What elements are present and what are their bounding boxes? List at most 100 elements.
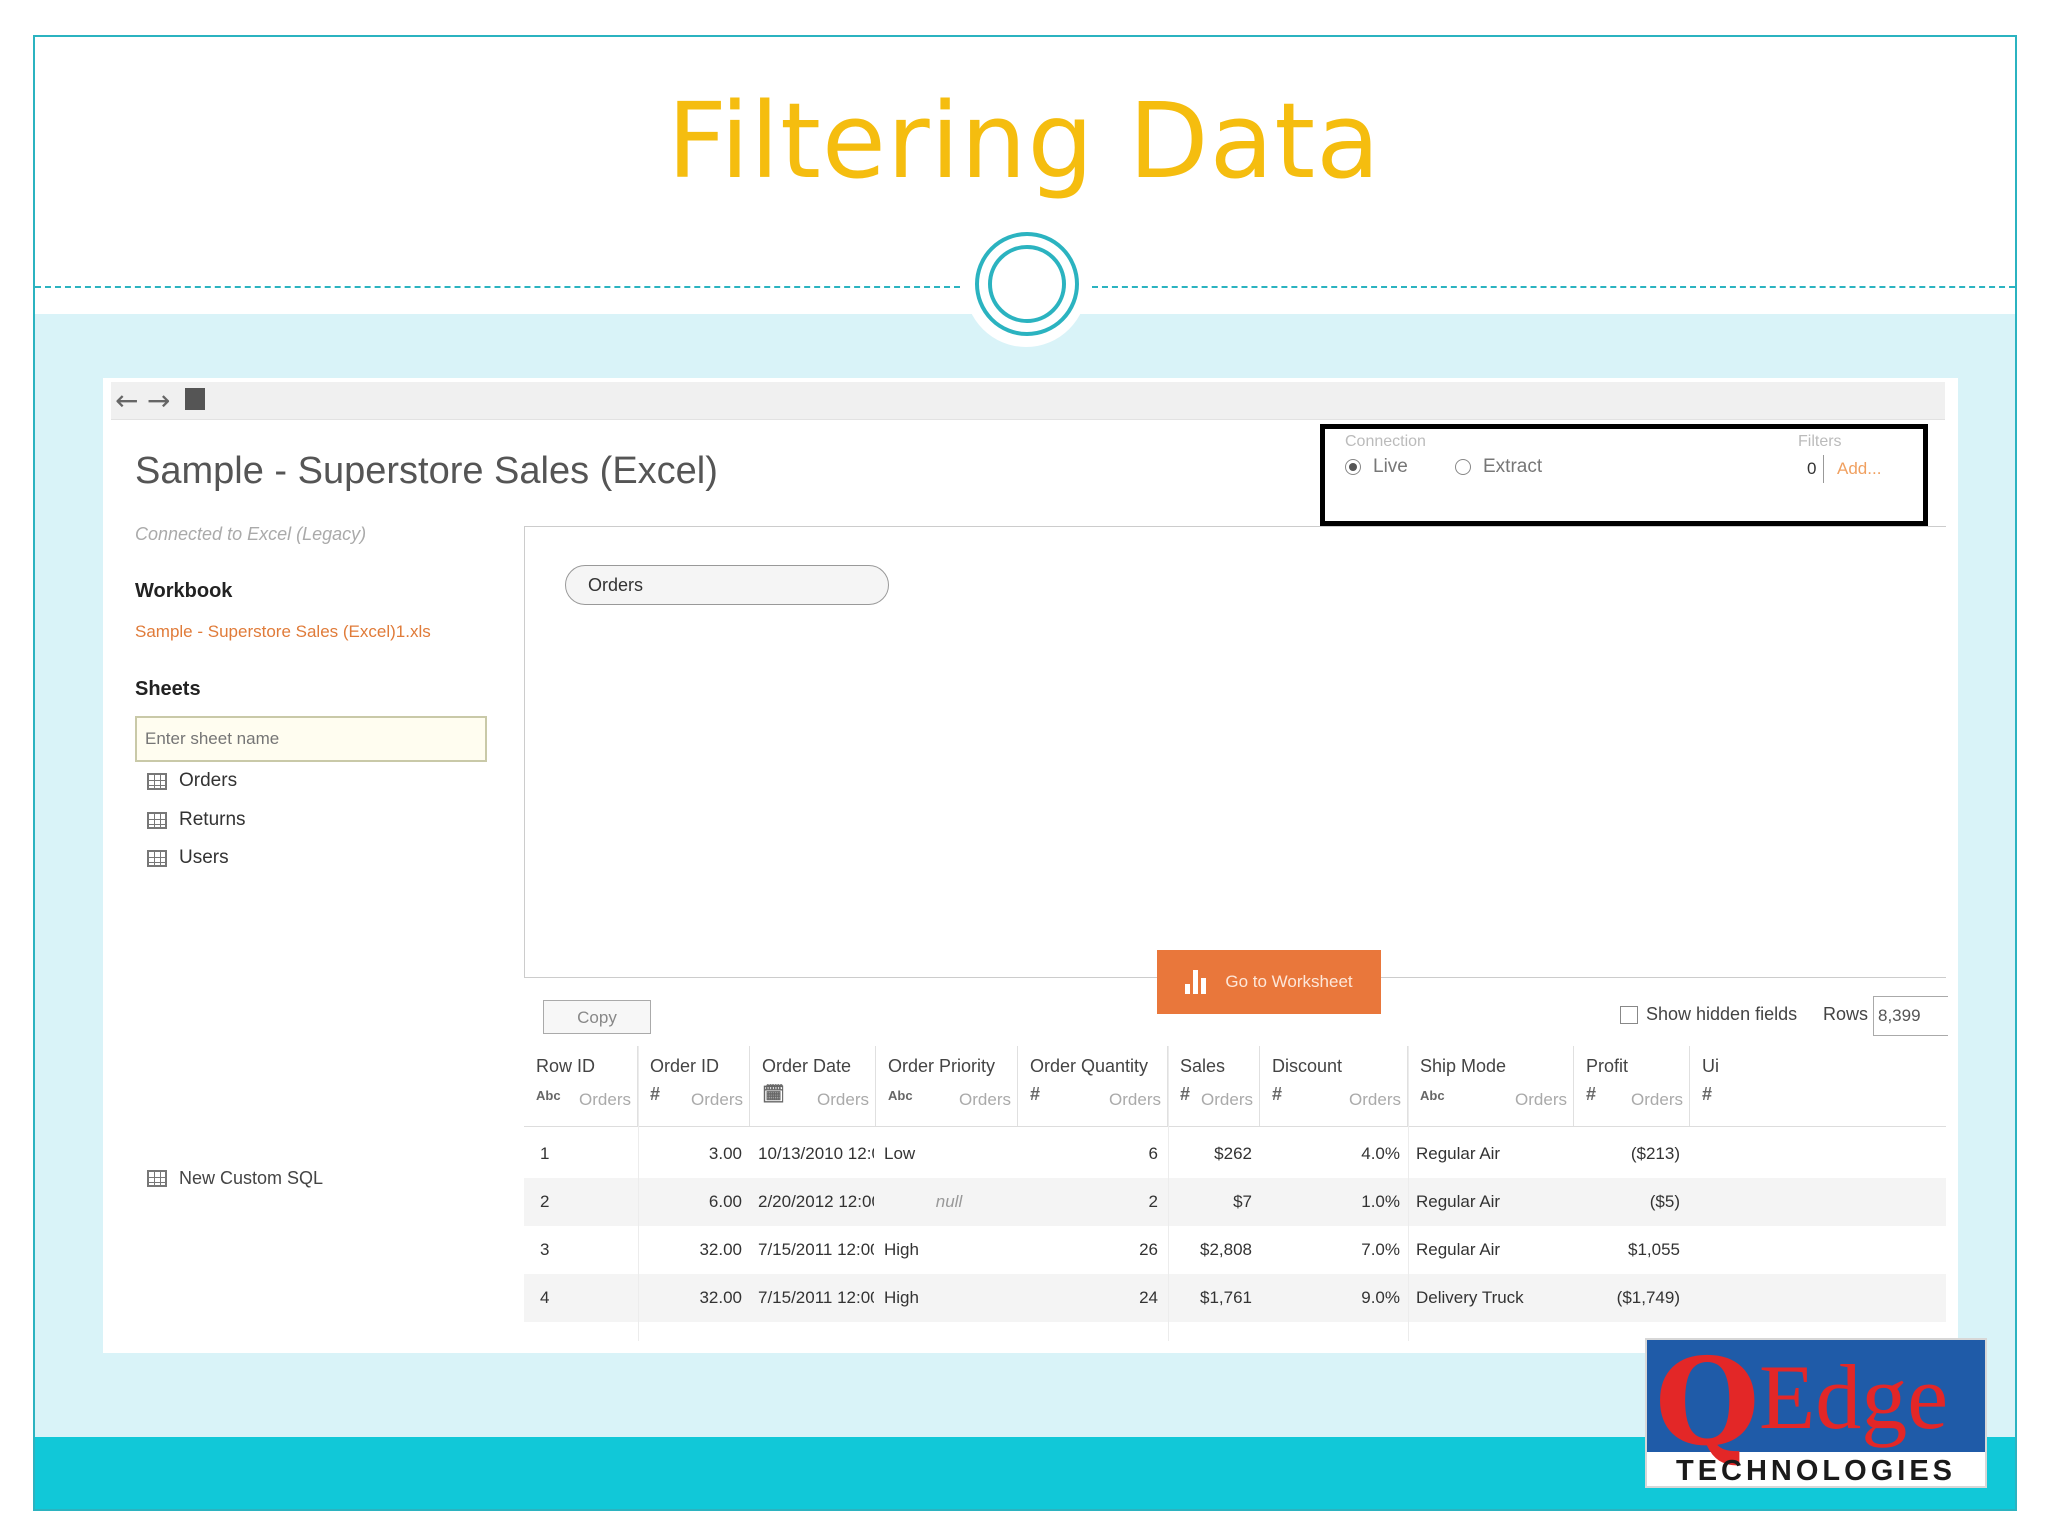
connection-live-radio[interactable]: Live <box>1345 456 1408 478</box>
cell-order-date: 7/15/2011 12:00:0... <box>758 1240 874 1259</box>
string-type-icon: Abc <box>536 1088 561 1103</box>
number-type-icon: # <box>1180 1084 1191 1104</box>
table-row[interactable]: 1 3.00 10/13/2010 12:00:... Low 6 $262 4… <box>524 1130 1946 1178</box>
show-hidden-fields-checkbox[interactable]: Show hidden fields <box>1620 1004 1797 1025</box>
column-header-sales[interactable]: Sales # Orders <box>1168 1046 1260 1126</box>
column-header-truncated[interactable]: Ui # <box>1690 1046 1750 1126</box>
cell-order-id: 3.00 <box>708 1144 742 1163</box>
column-name: Order Quantity <box>1030 1056 1149 1076</box>
cell-sales: $2,808 <box>1200 1240 1252 1259</box>
canvas-table-orders[interactable]: Orders <box>565 565 889 605</box>
sheet-item-returns[interactable]: Returns <box>147 809 246 831</box>
column-source: Orders <box>1515 1090 1567 1109</box>
column-header-discount[interactable]: Discount # Orders <box>1260 1046 1408 1126</box>
connection-extract-radio[interactable]: Extract <box>1455 456 1542 478</box>
cell-profit: ($5) <box>1649 1192 1680 1211</box>
column-source: Orders <box>1201 1090 1253 1109</box>
column-header-ship-mode[interactable]: Ship Mode Abc Orders <box>1408 1046 1574 1126</box>
cell-order-quantity: 26 <box>1139 1240 1158 1259</box>
filters-add-link[interactable]: Add... <box>1837 459 1881 479</box>
column-header-order-date[interactable]: Order Date 🗓 Orders <box>750 1046 876 1126</box>
column-header-order-quantity[interactable]: Order Quantity # Orders <box>1018 1046 1168 1126</box>
cell-order-id: 32.00 <box>699 1288 742 1307</box>
column-separator <box>638 1046 639 1341</box>
radio-unselected-icon <box>1455 459 1471 475</box>
column-source: Orders <box>691 1090 743 1109</box>
sheet-item-label: Returns <box>179 809 246 830</box>
qedge-logo: Q Edge TECHNOLOGIES <box>1645 1332 1987 1488</box>
sheet-item-label: Orders <box>179 770 238 791</box>
copy-button[interactable]: Copy <box>543 1000 651 1034</box>
bar-chart-icon <box>1185 970 1209 994</box>
cell-row-id: 4 <box>540 1288 550 1307</box>
datasource-title[interactable]: Sample - Superstore Sales (Excel) <box>135 450 718 493</box>
cell-ship-mode: Regular Air <box>1416 1192 1501 1211</box>
rows-input[interactable]: 8,399 <box>1873 996 1948 1036</box>
cell-order-date: 7/15/2011 12:00:0... <box>758 1288 874 1307</box>
column-separator <box>1408 1046 1409 1341</box>
go-to-worksheet-button[interactable]: Go to Worksheet <box>1157 950 1381 1014</box>
column-header-order-priority[interactable]: Order Priority Abc Orders <box>876 1046 1018 1126</box>
workbook-file-link[interactable]: Sample - Superstore Sales (Excel)1.xls <box>135 622 431 642</box>
cell-order-quantity: 2 <box>1148 1192 1158 1211</box>
column-name: Discount <box>1272 1056 1343 1076</box>
string-type-icon: Abc <box>888 1088 913 1103</box>
table-row[interactable]: 3 32.00 7/15/2011 12:00:0... High 26 $2,… <box>524 1226 1946 1274</box>
radio-selected-icon <box>1345 459 1361 475</box>
column-header-order-id[interactable]: Order ID # Orders <box>638 1046 750 1126</box>
table-icon <box>147 849 167 867</box>
save-icon[interactable] <box>185 388 205 410</box>
divider-ornament-inner <box>988 245 1066 323</box>
cell-profit: ($213) <box>1630 1144 1680 1163</box>
go-to-worksheet-label: Go to Worksheet <box>1225 972 1353 991</box>
custom-sql-icon <box>147 1170 167 1187</box>
filters-count: 0 <box>1807 459 1817 478</box>
string-type-icon: Abc <box>1420 1088 1445 1103</box>
table-row[interactable]: 4 32.00 7/15/2011 12:00:0... High 24 $1,… <box>524 1274 1946 1322</box>
new-custom-sql[interactable]: New Custom SQL <box>147 1168 323 1189</box>
join-canvas[interactable]: Orders <box>524 526 1946 978</box>
column-name: Sales <box>1180 1056 1226 1076</box>
sheet-search-input[interactable] <box>135 716 487 762</box>
cell-row-id: 2 <box>540 1192 550 1211</box>
cell-order-priority: High <box>884 1240 919 1259</box>
filters-separator <box>1823 455 1824 483</box>
sheet-item-users[interactable]: Users <box>147 847 229 869</box>
column-header-profit[interactable]: Profit # Orders <box>1574 1046 1690 1126</box>
cell-order-priority: High <box>884 1288 919 1307</box>
new-custom-sql-label: New Custom SQL <box>179 1168 324 1188</box>
sheets-heading: Sheets <box>135 678 201 700</box>
toolbar: ← → <box>111 382 1945 420</box>
column-name: Ship Mode <box>1420 1056 1507 1076</box>
cell-order-id: 32.00 <box>699 1240 742 1259</box>
divider-left <box>35 286 960 288</box>
logo-q-letter: Q <box>1655 1332 1760 1473</box>
sheet-item-label: Users <box>179 847 229 868</box>
table-icon <box>147 772 167 790</box>
data-preview-table: Row ID Abc Orders Order ID # Orders Orde… <box>524 1046 1946 1341</box>
workbook-heading: Workbook <box>135 580 233 602</box>
cell-order-priority: null <box>935 1192 963 1211</box>
cell-discount: 4.0% <box>1361 1144 1400 1163</box>
number-type-icon: # <box>1272 1084 1283 1104</box>
cell-sales: $7 <box>1233 1192 1252 1211</box>
back-arrow-icon[interactable]: ← <box>115 384 138 417</box>
column-header-row-id[interactable]: Row ID Abc Orders <box>524 1046 638 1126</box>
column-name: Order Date <box>762 1056 852 1076</box>
sheet-item-orders[interactable]: Orders <box>147 770 237 792</box>
number-type-icon: # <box>1586 1084 1597 1104</box>
column-name: Order Priority <box>888 1056 996 1076</box>
connection-label: Connection <box>1345 433 1426 450</box>
cell-discount: 7.0% <box>1361 1240 1400 1259</box>
datasource-screenshot: ← → Sample - Superstore Sales (Excel) Co… <box>103 378 1958 1353</box>
filters-label: Filters <box>1798 433 1842 450</box>
cell-sales: $262 <box>1214 1144 1252 1163</box>
connection-live-label: Live <box>1373 456 1408 477</box>
column-name: Order ID <box>650 1056 720 1076</box>
logo-edge-word: Edge <box>1759 1346 1949 1448</box>
table-row[interactable]: 2 6.00 2/20/2012 12:00:0... null 2 $7 1.… <box>524 1178 1946 1226</box>
rows-label: Rows <box>1823 1004 1869 1024</box>
connection-filters-highlight: Connection Filters Live Extract 0 Add... <box>1320 424 1928 526</box>
slide: Filtering Data ← → Sample - Superstore S… <box>0 0 2048 1536</box>
forward-arrow-icon[interactable]: → <box>147 384 170 417</box>
